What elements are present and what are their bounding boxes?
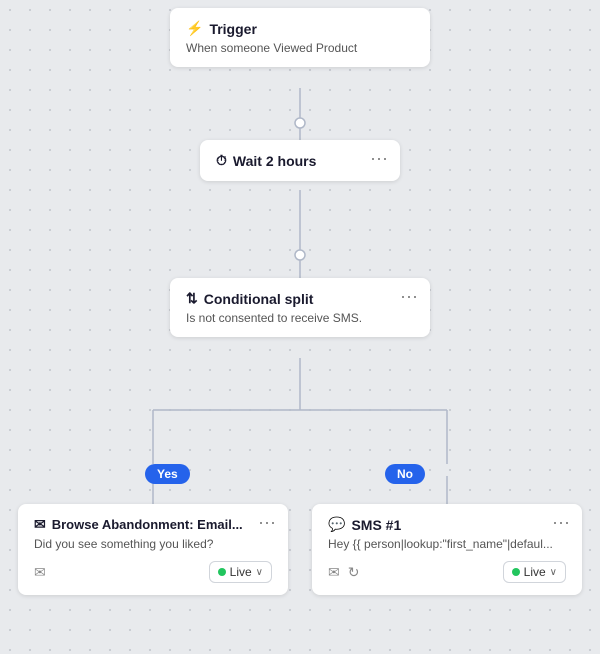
sms-card-subtitle: Hey {{ person|lookup:"first_name"|defaul… <box>328 537 566 551</box>
wait-card: ⏱ Wait 2 hours ⋯ <box>200 140 400 181</box>
wait-icon: ⏱ <box>216 152 227 169</box>
wait-title: ⏱ Wait 2 hours <box>216 152 384 169</box>
email-icon: ✉ <box>34 516 46 533</box>
sms-live-dot <box>512 568 520 576</box>
split-icon: ⇅ <box>186 290 198 307</box>
sms-card: ⋯ 💬 SMS #1 Hey {{ person|lookup:"first_n… <box>312 504 582 595</box>
email-footer-envelope-icon: ✉ <box>34 564 46 581</box>
email-card-footer: ✉ Live ∨ <box>34 561 272 583</box>
email-card: ⋯ ✉ Browse Abandonment: Email... Did you… <box>18 504 288 595</box>
trigger-subtitle: When someone Viewed Product <box>186 41 414 55</box>
no-badge: No <box>385 464 425 484</box>
sms-live-badge[interactable]: Live ∨ <box>503 561 566 583</box>
sms-icon: 💬 <box>328 516 345 533</box>
email-card-subtitle: Did you see something you liked? <box>34 537 272 551</box>
trigger-icon: ⚡ <box>186 20 203 37</box>
sms-footer-icons: ✉ ↻ <box>328 564 359 581</box>
email-footer-icons: ✉ <box>34 564 46 581</box>
split-card: ⇅ Conditional split Is not consented to … <box>170 278 430 337</box>
yes-badge: Yes <box>145 464 190 484</box>
sms-status-label: Live <box>524 565 546 579</box>
sms-card-footer: ✉ ↻ Live ∨ <box>328 561 566 583</box>
trigger-title: ⚡ Trigger <box>186 20 414 37</box>
sms-footer-envelope-icon: ✉ <box>328 564 340 581</box>
sms-card-title: 💬 SMS #1 <box>328 516 566 533</box>
email-live-dot <box>218 568 226 576</box>
email-chevron-icon: ∨ <box>256 567 263 578</box>
email-menu-button[interactable]: ⋯ <box>258 514 276 532</box>
sms-chevron-icon: ∨ <box>550 567 557 578</box>
split-title: ⇅ Conditional split <box>186 290 414 307</box>
split-subtitle: Is not consented to receive SMS. <box>186 311 414 325</box>
split-menu-button[interactable]: ⋯ <box>400 288 418 306</box>
email-status-label: Live <box>230 565 252 579</box>
wait-menu-button[interactable]: ⋯ <box>370 150 388 168</box>
email-live-badge[interactable]: Live ∨ <box>209 561 272 583</box>
email-card-title: ✉ Browse Abandonment: Email... <box>34 516 272 533</box>
trigger-card: ⚡ Trigger When someone Viewed Product <box>170 8 430 67</box>
flow-canvas: ⚡ Trigger When someone Viewed Product ⏱ … <box>0 0 600 654</box>
sms-menu-button[interactable]: ⋯ <box>552 514 570 532</box>
sms-footer-refresh-icon: ↻ <box>348 564 360 581</box>
